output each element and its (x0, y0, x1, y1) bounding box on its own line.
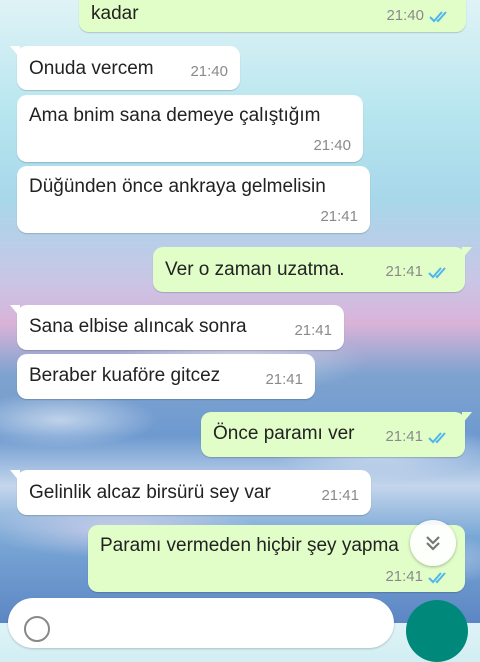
message-outgoing[interactable]: kadar 21:40 (79, 0, 466, 32)
double-check-icon (428, 571, 446, 583)
scroll-to-bottom-button[interactable] (410, 520, 456, 566)
message-text: Sana elbise alıncak sonra (29, 316, 247, 337)
message-text: Ama bnim sana demeye çalıştığım (29, 105, 321, 126)
double-check-icon (428, 431, 446, 443)
message-time: 21:41 (385, 263, 423, 280)
message-input-bar[interactable] (8, 598, 394, 648)
message-time: 21:40 (386, 7, 424, 24)
message-outgoing[interactable]: Ver o zaman uzatma. 21:41 (153, 247, 472, 292)
message-incoming[interactable]: Ama bnim sana demeye çalıştığım 21:40 (17, 95, 363, 162)
message-time: 21:41 (320, 208, 358, 225)
message-text: Düğünden önce ankraya gelmelisin (29, 176, 326, 197)
message-incoming[interactable]: Sana elbise alıncak sonra 21:41 (10, 305, 344, 350)
message-time: 21:41 (294, 322, 332, 339)
message-text: Ver o zaman uzatma. (165, 259, 345, 280)
message-text: Önce paramı ver (213, 423, 355, 444)
message-time: 21:41 (321, 487, 359, 504)
bubble-tail (462, 412, 472, 424)
message-incoming[interactable]: Beraber kuaföre gitcez 21:41 (17, 354, 315, 399)
double-check-icon (428, 266, 446, 278)
bubble-tail (462, 525, 465, 537)
bubble-tail (10, 305, 20, 317)
message-outgoing[interactable]: Paramı vermeden hiçbir şey yapma 21:41 (88, 525, 465, 592)
message-text: Onuda vercem (29, 58, 154, 79)
mic-button[interactable] (406, 600, 468, 662)
message-time: 21:41 (385, 428, 423, 445)
message-outgoing[interactable]: Önce paramı ver 21:41 (201, 412, 472, 457)
message-text: Beraber kuaföre gitcez (29, 365, 221, 386)
message-text: Paramı vermeden hiçbir şey yapma (100, 535, 399, 556)
emoji-icon[interactable] (24, 616, 50, 642)
message-time: 21:40 (313, 137, 351, 154)
message-meta: 21:41 (385, 263, 453, 280)
message-incoming[interactable]: Gelinlik alcaz birsürü sey var 21:41 (10, 470, 371, 515)
message-meta: 21:41 (385, 428, 453, 445)
double-chevron-down-icon (426, 536, 440, 551)
message-text: Gelinlik alcaz birsürü sey var (29, 482, 271, 503)
message-incoming[interactable]: Onuda vercem 21:40 (10, 46, 240, 90)
double-check-icon (429, 10, 447, 22)
message-incoming[interactable]: Düğünden önce ankraya gelmelisin 21:41 (17, 166, 370, 233)
message-text: kadar (91, 3, 139, 24)
message-time: 21:41 (385, 568, 423, 585)
message-time: 21:40 (190, 63, 228, 80)
message-meta: 21:40 (386, 7, 454, 24)
message-meta: 21:41 (385, 568, 453, 585)
bubble-tail (10, 470, 20, 482)
bubble-tail (462, 247, 472, 259)
message-time: 21:41 (265, 371, 303, 388)
bubble-tail (10, 46, 20, 58)
